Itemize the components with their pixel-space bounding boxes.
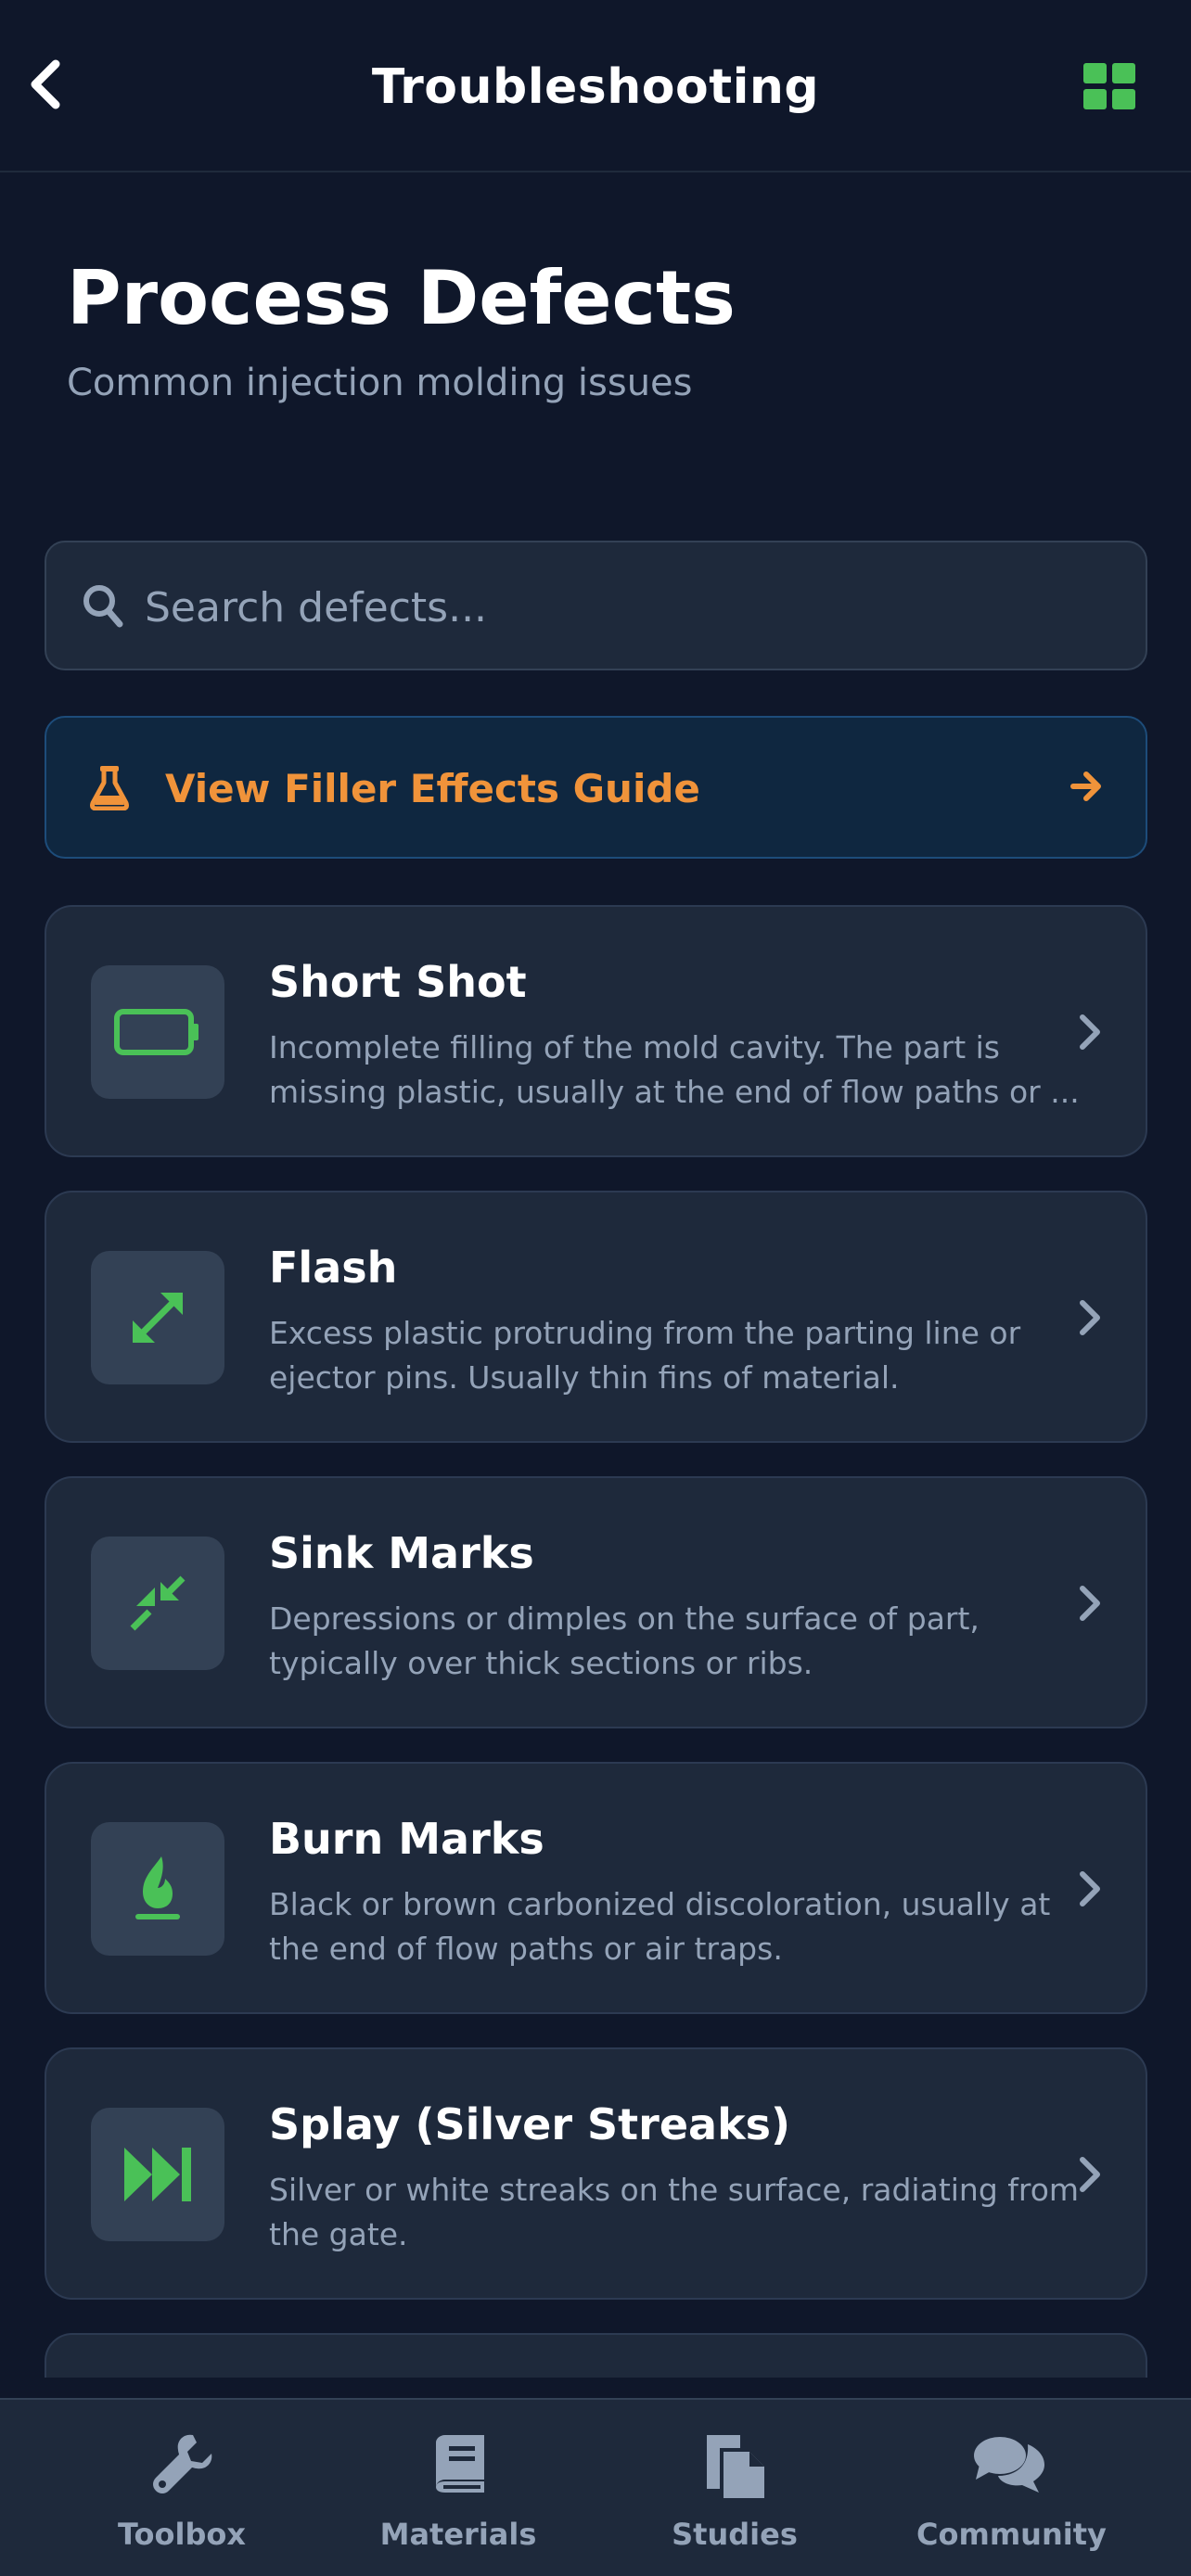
filler-effects-guide-label: View Filler Effects Guide: [165, 766, 700, 811]
arrow-right-icon: [1070, 772, 1101, 801]
defect-description: Depressions or dimples on the surface of…: [269, 1600, 980, 1681]
screen-title: Troubleshooting: [371, 59, 820, 115]
grid-view-button[interactable]: [1082, 61, 1137, 111]
wrench-icon: [153, 2434, 212, 2493]
defect-card-flash[interactable]: Flash Excess plastic protruding from the…: [45, 1191, 1147, 1443]
defect-title: Short Shot: [269, 957, 527, 1007]
defect-description: Excess plastic protruding from the parti…: [269, 1315, 1021, 1396]
grid-icon: [1083, 63, 1135, 109]
defect-description: Incomplete filling of the mold cavity. T…: [269, 1029, 1080, 1110]
filler-effects-guide-button[interactable]: View Filler Effects Guide: [45, 716, 1147, 859]
battery-empty-icon: [114, 1009, 198, 1055]
defect-title: Burn Marks: [269, 1814, 544, 1864]
chevron-right-icon: [1080, 1871, 1100, 1906]
defect-icon-box: [91, 1537, 224, 1670]
bottom-nav: Toolbox Materials Studies Community: [0, 2398, 1191, 2576]
file-copy-icon: [707, 2435, 764, 2498]
defect-icon-box: [91, 1822, 224, 1956]
search-icon: [83, 585, 123, 628]
flask-icon: [90, 766, 129, 810]
top-bar: Troubleshooting: [0, 0, 1191, 172]
defect-card-burn-marks[interactable]: Burn Marks Black or brown carbonized dis…: [45, 1762, 1147, 2014]
page-subtitle: Common injection molding issues: [67, 362, 693, 404]
nav-item-studies[interactable]: Studies: [644, 2400, 826, 2576]
defect-title: Sink Marks: [269, 1528, 534, 1578]
defect-card-partial[interactable]: [45, 2333, 1147, 2378]
nav-label: Studies: [672, 2517, 798, 2552]
compress-arrows-icon: [130, 1575, 186, 1631]
nav-label: Community: [916, 2517, 1107, 2552]
nav-item-toolbox[interactable]: Toolbox: [91, 2400, 273, 2576]
nav-label: Toolbox: [117, 2517, 247, 2552]
defect-icon-box: [91, 2108, 224, 2241]
search-input[interactable]: [143, 567, 1111, 648]
fire-icon: [135, 1856, 180, 1919]
defect-list: Short Shot Incomplete filling of the mol…: [0, 890, 1191, 2378]
defect-icon-box: [91, 1251, 224, 1384]
chevron-right-icon: [1080, 1014, 1100, 1050]
defect-card-splay[interactable]: Splay (Silver Streaks) Silver or white s…: [45, 2047, 1147, 2300]
defect-card-short-shot[interactable]: Short Shot Incomplete filling of the mol…: [45, 905, 1147, 1157]
nav-item-materials[interactable]: Materials: [367, 2400, 549, 2576]
chevron-right-icon: [1080, 2157, 1100, 2192]
comments-icon: [974, 2437, 1044, 2493]
defect-card-sink-marks[interactable]: Sink Marks Depressions or dimples on the…: [45, 1476, 1147, 1728]
chevron-right-icon: [1080, 1586, 1100, 1621]
search-bar[interactable]: [45, 541, 1147, 670]
defect-title: Flash: [269, 1243, 398, 1293]
fast-forward-icon: [124, 2148, 191, 2201]
defect-description: Black or brown carbonized discoloration,…: [269, 1886, 1051, 1967]
page-title: Process Defects: [67, 255, 736, 341]
expand-arrows-icon: [133, 1293, 183, 1343]
nav-item-community[interactable]: Community: [916, 2400, 1107, 2576]
defect-description: Silver or white streaks on the surface, …: [269, 2172, 1080, 2252]
nav-label: Materials: [379, 2517, 537, 2552]
book-icon: [436, 2435, 484, 2493]
defect-icon-box: [91, 965, 224, 1099]
chevron-right-icon: [1080, 1300, 1100, 1335]
defect-title: Splay (Silver Streaks): [269, 2099, 791, 2149]
